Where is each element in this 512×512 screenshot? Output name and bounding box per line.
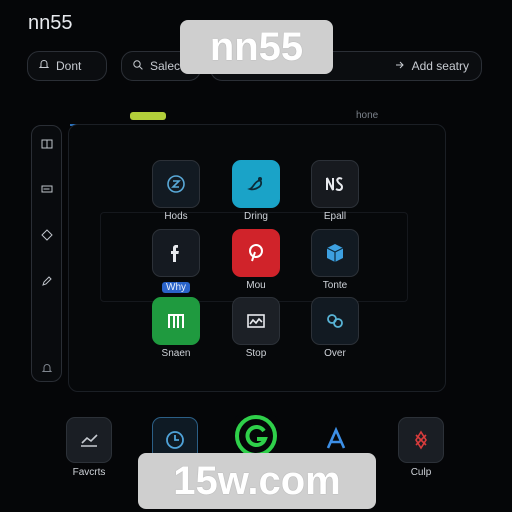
pencil-icon[interactable] — [40, 274, 54, 288]
wave-icon — [232, 297, 280, 345]
ns-icon — [311, 160, 359, 208]
book-icon[interactable] — [40, 137, 54, 151]
select-button-label: Salec — [150, 59, 181, 73]
watermark-bottom: 15w.com — [138, 453, 376, 509]
dont-button-label: Dont — [56, 59, 82, 73]
app-facebook[interactable]: Why — [144, 229, 208, 295]
app-label: Snaen — [161, 348, 191, 359]
pinterest-icon — [232, 229, 280, 277]
bell-icon[interactable] — [40, 362, 54, 376]
link-icon — [311, 297, 359, 345]
watermark-top: nn55 — [180, 20, 333, 74]
app-over[interactable]: Over — [303, 297, 367, 359]
app-mou[interactable]: Mou — [224, 229, 288, 291]
dock-culp[interactable]: Culp — [389, 417, 453, 478]
chart-icon — [66, 417, 112, 463]
app-label: Stop — [245, 348, 267, 359]
cube-icon — [311, 229, 359, 277]
dock-favorites[interactable]: Favcrts — [57, 417, 121, 478]
clock-icon — [152, 160, 200, 208]
app-badge: Why — [162, 282, 190, 293]
app-label: Hods — [164, 211, 188, 222]
app-dring[interactable]: Dring — [224, 160, 288, 222]
rune-icon — [398, 417, 444, 463]
tab-badge[interactable] — [130, 112, 166, 120]
sidebar — [31, 125, 62, 382]
refresh-icon — [234, 414, 278, 458]
search-icon — [132, 59, 144, 74]
app-label: Dring — [244, 211, 268, 222]
app-stop[interactable]: Stop — [224, 297, 288, 359]
search-label: Add seatry — [411, 59, 469, 73]
card-icon[interactable] — [40, 182, 54, 196]
app-title: nn55 — [28, 12, 73, 34]
dock-label: Culp — [410, 467, 432, 478]
app-epall[interactable]: Epall — [303, 160, 367, 222]
app-label: Epall — [323, 211, 347, 222]
app-label: Tonte — [322, 280, 348, 291]
paint-icon — [232, 160, 280, 208]
send-icon — [394, 59, 406, 74]
app-label: Mou — [246, 280, 266, 291]
diamond-icon[interactable] — [40, 228, 54, 242]
app-hods[interactable]: Hods — [144, 160, 208, 222]
dont-button[interactable]: Dont — [27, 51, 107, 81]
m-icon — [152, 297, 200, 345]
app-label: Over — [324, 348, 346, 359]
tab-home[interactable]: hone — [356, 110, 378, 121]
bell-icon — [38, 59, 50, 74]
app-snaen[interactable]: Snaen — [144, 297, 208, 359]
facebook-icon — [152, 229, 200, 277]
dock-label: Favcrts — [72, 467, 106, 478]
app-tonte[interactable]: Tonte — [303, 229, 367, 291]
